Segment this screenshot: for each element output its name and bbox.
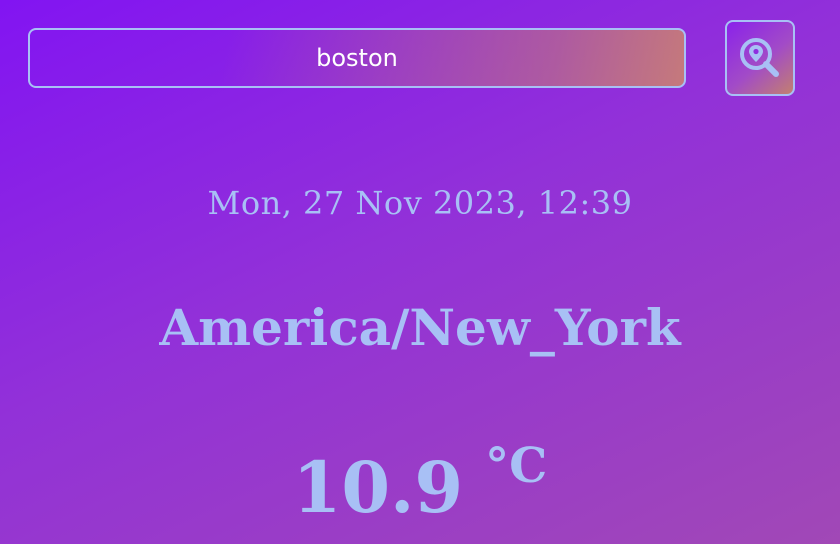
date-time: Mon, 27 Nov 2023, 12:39 — [207, 184, 633, 222]
temperature-value: 10.9 — [292, 446, 464, 529]
search-bar — [28, 28, 686, 88]
location-name: America/New_York — [159, 298, 681, 357]
temperature-unit: °C — [485, 438, 548, 494]
location-search-icon — [740, 38, 779, 77]
temperature-display: 10.9 °C — [0, 442, 840, 529]
search-button[interactable] — [725, 20, 795, 96]
search-input[interactable] — [30, 30, 684, 86]
